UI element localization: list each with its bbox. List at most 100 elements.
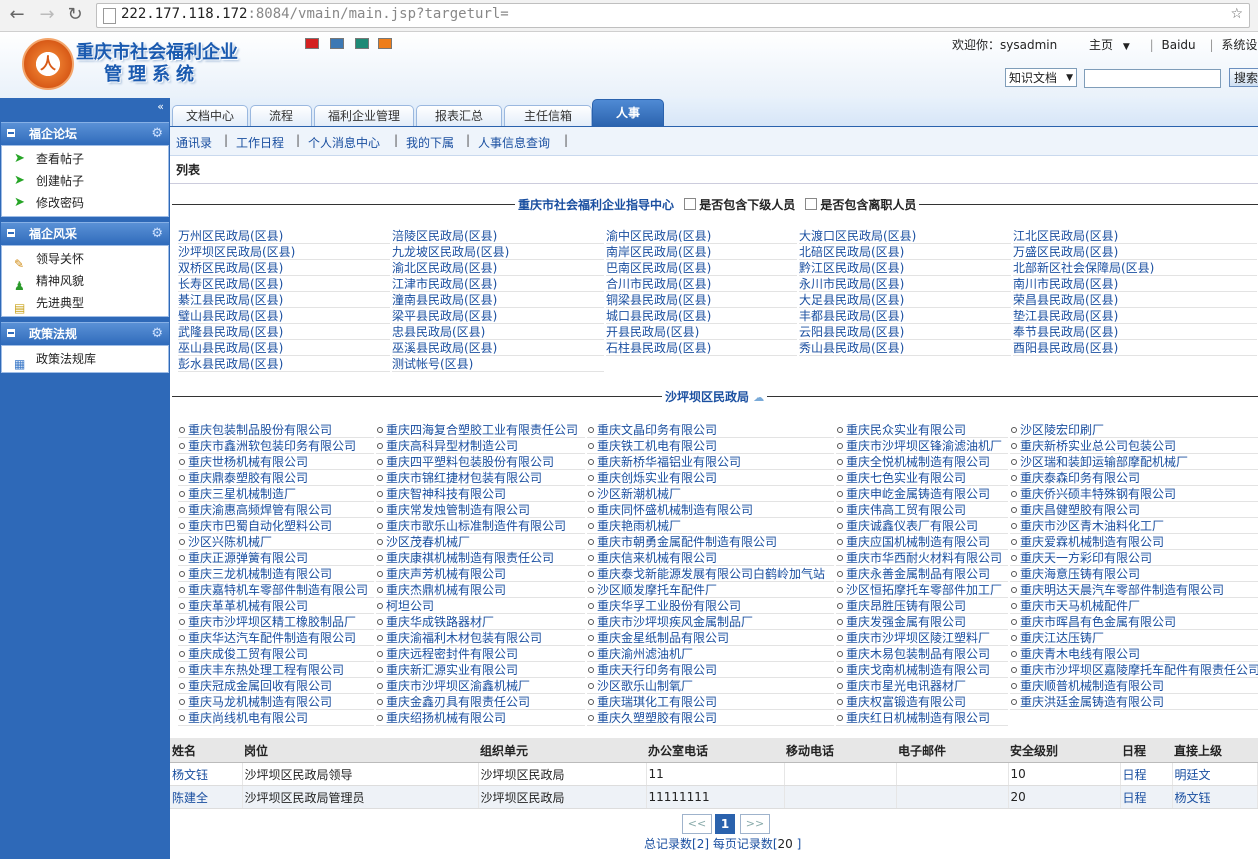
company-link[interactable]: 重庆渝福利木材包装有限公司 xyxy=(376,630,585,646)
sidebar-item-policy-library[interactable]: ▦ 政策法规库 xyxy=(2,348,168,371)
include-left-checkbox[interactable] xyxy=(805,198,818,210)
bureau-link[interactable]: 黔江区民政局(区县) xyxy=(799,260,1011,276)
company-link[interactable]: 重庆海意压铸有限公司 xyxy=(1010,566,1258,582)
bureau-link[interactable]: 江北区民政局(区县) xyxy=(1013,228,1257,244)
company-link[interactable]: 沙区顺发摩托车配件厂 xyxy=(587,582,834,598)
bureau-link[interactable]: 石柱县民政局(区县) xyxy=(606,340,797,356)
company-link[interactable]: 重庆应国机械制造有限公司 xyxy=(836,534,1008,550)
company-link[interactable]: 沙区瑞和装卸运输部摩配机械厂 xyxy=(1010,454,1258,470)
company-link[interactable]: 重庆市歌乐山标准制造件有限公司 xyxy=(376,518,585,534)
company-link[interactable]: 重庆侨兴硕丰特殊钢有限公司 xyxy=(1010,486,1258,502)
subnav-contacts[interactable]: 通讯录 xyxy=(176,134,212,151)
bureau-title[interactable]: 沙坪坝区民政局 xyxy=(665,390,749,404)
company-link[interactable]: 重庆天行印务有限公司 xyxy=(587,662,834,678)
bureau-link[interactable]: 璧山县民政局(区县) xyxy=(178,308,390,324)
section-header[interactable]: 政策法规 ⚙ xyxy=(1,322,169,345)
search-input[interactable] xyxy=(1084,69,1221,88)
bureau-link[interactable]: 巫溪县民政局(区县) xyxy=(392,340,604,356)
company-link[interactable]: 重庆戈南机械制造有限公司 xyxy=(836,662,1008,678)
company-link[interactable]: 重庆市沙坪坝区精工橡胶制品厂 xyxy=(178,614,374,630)
company-link[interactable]: 重庆全悦机械制造有限公司 xyxy=(836,454,1008,470)
gear-icon[interactable]: ⚙ xyxy=(151,223,163,245)
bureau-link[interactable]: 测试帐号(区县) xyxy=(392,356,604,372)
bureau-link[interactable]: 秀山县民政局(区县) xyxy=(799,340,1011,356)
company-link[interactable]: 重庆常发烛管制造有限公司 xyxy=(376,502,585,518)
company-link[interactable]: 重庆正源弹簧有限公司 xyxy=(178,550,374,566)
company-link[interactable]: 重庆华成铁路器材厂 xyxy=(376,614,585,630)
address-bar[interactable]: 222.177.118.172:8084/vmain/main.jsp?targ… xyxy=(96,3,1250,28)
company-link[interactable]: 重庆高科异型材制造公司 xyxy=(376,438,585,454)
company-link[interactable]: 重庆伟高工贸有限公司 xyxy=(836,502,1008,518)
next-page-button[interactable]: >> xyxy=(740,814,770,834)
company-link[interactable]: 沙区恒拓摩托车零部件加工厂 xyxy=(836,582,1008,598)
tab-documents[interactable]: 文档中心 xyxy=(172,105,248,126)
bureau-link[interactable]: 永川市民政局(区县) xyxy=(799,276,1011,292)
bureau-link[interactable]: 铜梁县民政局(区县) xyxy=(606,292,797,308)
sidebar-item-create-post[interactable]: ➤ 创建帖子 xyxy=(2,170,168,192)
gear-icon[interactable]: ⚙ xyxy=(151,323,163,345)
forward-icon[interactable]: → xyxy=(36,4,58,26)
company-link[interactable]: 重庆嘉特机车零部件制造有限公司 xyxy=(178,582,374,598)
bureau-link[interactable]: 渝北区民政局(区县) xyxy=(392,260,604,276)
company-link[interactable]: 重庆杰鼎机械有限公司 xyxy=(376,582,585,598)
gear-icon[interactable]: ⚙ xyxy=(151,123,163,145)
company-link[interactable]: 重庆权富锻造有限公司 xyxy=(836,694,1008,710)
company-link[interactable]: 重庆久塑塑胶有限公司 xyxy=(587,710,834,726)
search-scope-select[interactable]: 知识文档 ▼ xyxy=(1005,68,1077,87)
company-link[interactable]: 重庆同怀盛机械制造有限公司 xyxy=(587,502,834,518)
company-link[interactable]: 重庆市巴蜀自动化塑料公司 xyxy=(178,518,374,534)
company-link[interactable]: 重庆丰东热处理工程有限公司 xyxy=(178,662,374,678)
schedule-link[interactable]: 日程 xyxy=(1123,791,1147,805)
baidu-link[interactable]: Baidu xyxy=(1162,38,1196,52)
company-link[interactable]: 重庆青木电线有限公司 xyxy=(1010,646,1258,662)
company-link[interactable]: 重庆市晖昌有色金属有限公司 xyxy=(1010,614,1258,630)
company-link[interactable]: 沙区新潮机械厂 xyxy=(587,486,834,502)
bureau-link[interactable]: 忠县民政局(区县) xyxy=(392,324,604,340)
company-link[interactable]: 重庆铁工机电有限公司 xyxy=(587,438,834,454)
company-link[interactable]: 沙区陵宏印刷厂 xyxy=(1010,422,1258,438)
company-link[interactable]: 重庆永善金属制品有限公司 xyxy=(836,566,1008,582)
bureau-link[interactable]: 綦江县民政局(区县) xyxy=(178,292,390,308)
company-link[interactable]: 重庆瑞琪化工有限公司 xyxy=(587,694,834,710)
company-link[interactable]: 重庆远程密封件有限公司 xyxy=(376,646,585,662)
company-link[interactable]: 重庆昂胜压铸有限公司 xyxy=(836,598,1008,614)
bureau-link[interactable]: 丰都县民政局(区县) xyxy=(799,308,1011,324)
company-link[interactable]: 重庆木易包装制品有限公司 xyxy=(836,646,1008,662)
company-link[interactable]: 重庆新汇源实业有限公司 xyxy=(376,662,585,678)
theme-color-swatch[interactable] xyxy=(305,38,319,49)
company-link[interactable]: 重庆市沙区青木油料化工厂 xyxy=(1010,518,1258,534)
company-link[interactable]: 重庆新桥实业总公司包装公司 xyxy=(1010,438,1258,454)
collapse-icon[interactable] xyxy=(7,329,15,337)
sidebar-item-leader-care[interactable]: ✎ 领导关怀 xyxy=(2,248,168,271)
person-link[interactable]: 杨文钰 xyxy=(172,768,208,782)
company-link[interactable]: 重庆顺普机械制造有限公司 xyxy=(1010,678,1258,694)
bureau-link[interactable]: 九龙坡区民政局(区县) xyxy=(392,244,604,260)
company-link[interactable]: 重庆市沙坪坝区嘉陵摩托车配件有限责任公司 xyxy=(1010,662,1258,678)
bureau-link[interactable]: 万州区民政局(区县) xyxy=(178,228,390,244)
sidebar-item-change-password[interactable]: ➤ 修改密码 xyxy=(2,192,168,214)
reload-icon[interactable]: ↻ xyxy=(64,4,86,26)
bureau-link[interactable]: 云阳县民政局(区县) xyxy=(799,324,1011,340)
company-link[interactable]: 重庆泰森印务有限公司 xyxy=(1010,470,1258,486)
search-button[interactable]: 搜索 xyxy=(1229,68,1258,87)
company-link[interactable]: 重庆包装制品股份有限公司 xyxy=(178,422,374,438)
company-link[interactable]: 柯坦公司 xyxy=(376,598,585,614)
company-link[interactable]: 重庆鼎泰塑胶有限公司 xyxy=(178,470,374,486)
company-link[interactable]: 重庆市星光电讯器材厂 xyxy=(836,678,1008,694)
bureau-link[interactable]: 大足县民政局(区县) xyxy=(799,292,1011,308)
company-link[interactable]: 重庆渝州滤油机厂 xyxy=(587,646,834,662)
company-link[interactable]: 重庆洪廷金属铸造有限公司 xyxy=(1010,694,1258,710)
sidebar-item-models[interactable]: ▤ 先进典型 xyxy=(2,292,168,315)
bureau-link[interactable]: 南川市民政局(区县) xyxy=(1013,276,1257,292)
company-link[interactable]: 沙区歌乐山制氧厂 xyxy=(587,678,834,694)
tab-personnel[interactable]: 人事 xyxy=(592,99,664,127)
company-link[interactable]: 重庆新桥华福铝业有限公司 xyxy=(587,454,834,470)
include-sub-checkbox[interactable] xyxy=(684,198,697,210)
company-link[interactable]: 重庆绍扬机械有限公司 xyxy=(376,710,585,726)
bureau-link[interactable]: 北部新区社会保障局(区县) xyxy=(1013,260,1257,276)
theme-color-swatch[interactable] xyxy=(355,38,369,49)
company-link[interactable]: 重庆市沙坪坝区渝鑫机械厂 xyxy=(376,678,585,694)
company-link[interactable]: 重庆康祺机械制造有限责任公司 xyxy=(376,550,585,566)
company-link[interactable]: 重庆三星机械制造厂 xyxy=(178,486,374,502)
company-link[interactable]: 重庆声芳机械有限公司 xyxy=(376,566,585,582)
